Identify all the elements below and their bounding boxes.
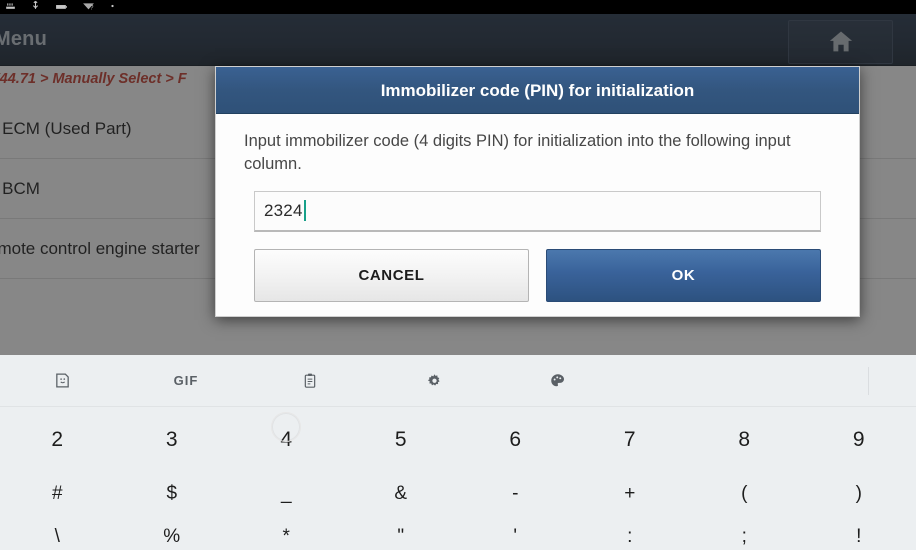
keyboard-row-symbols-2: \ % * " ' : ; ! bbox=[0, 521, 916, 550]
key-underscore[interactable]: _ bbox=[229, 483, 344, 505]
pin-dialog: Immobilizer code (PIN) for initializatio… bbox=[215, 66, 860, 317]
dialog-actions: CANCEL OK bbox=[244, 232, 831, 316]
key-exclamation[interactable]: ! bbox=[802, 526, 916, 548]
dot-icon bbox=[108, 0, 117, 11]
key-2[interactable]: 2 bbox=[0, 428, 115, 452]
keyboard-row-numbers: 2 3 4 5 6 7 8 9 bbox=[0, 412, 916, 467]
clipboard-icon[interactable] bbox=[248, 355, 372, 407]
dialog-title: Immobilizer code (PIN) for initializatio… bbox=[216, 67, 859, 114]
screen: ? Menu V44.71 > Manually Select > F e EC… bbox=[0, 0, 916, 550]
status-icon-group: ? bbox=[4, 0, 117, 14]
key-hash[interactable]: # bbox=[0, 483, 115, 505]
wifi-unknown-icon: ? bbox=[81, 0, 96, 11]
key-percent[interactable]: % bbox=[115, 526, 230, 548]
key-3[interactable]: 3 bbox=[115, 428, 230, 452]
key-dollar[interactable]: $ bbox=[115, 483, 230, 505]
key-6[interactable]: 6 bbox=[458, 428, 573, 452]
text-cursor bbox=[303, 200, 306, 222]
key-asterisk[interactable]: * bbox=[229, 526, 344, 548]
palette-icon[interactable] bbox=[496, 355, 620, 407]
key-hyphen[interactable]: - bbox=[458, 483, 573, 505]
gear-icon[interactable] bbox=[372, 355, 496, 407]
pin-input-value: 2324 bbox=[264, 200, 303, 220]
key-colon[interactable]: : bbox=[573, 526, 688, 548]
key-semicolon[interactable]: ; bbox=[687, 526, 802, 548]
status-bar: ? bbox=[0, 0, 916, 14]
key-plus[interactable]: + bbox=[573, 483, 688, 505]
key-paren-close[interactable]: ) bbox=[802, 483, 916, 505]
key-7[interactable]: 7 bbox=[573, 428, 688, 452]
key-backslash[interactable]: \ bbox=[0, 526, 115, 548]
usb-icon bbox=[29, 0, 42, 11]
keyboard-row-symbols: # $ _ & - + ( ) bbox=[0, 467, 916, 521]
on-screen-keyboard: GIF 2 3 4 5 6 7 8 9 # $ _ & - + () \ % … bbox=[0, 355, 916, 550]
svg-text:?: ? bbox=[90, 5, 94, 11]
key-8[interactable]: 8 bbox=[687, 428, 802, 452]
input-wrapper: 2324 bbox=[244, 177, 831, 232]
key-ampersand[interactable]: & bbox=[344, 483, 459, 505]
keyboard-toolbar: GIF bbox=[0, 355, 916, 407]
key-5[interactable]: 5 bbox=[344, 428, 459, 452]
battery-icon bbox=[54, 0, 69, 11]
sticker-icon[interactable] bbox=[0, 355, 124, 407]
key-9[interactable]: 9 bbox=[802, 428, 916, 452]
key-quote-single[interactable]: ' bbox=[458, 526, 573, 548]
dialog-body: Input immobilizer code (4 digits PIN) fo… bbox=[216, 114, 859, 316]
dialog-message: Input immobilizer code (4 digits PIN) fo… bbox=[244, 132, 791, 174]
pin-input[interactable]: 2324 bbox=[254, 190, 821, 232]
key-4[interactable]: 4 bbox=[229, 412, 344, 452]
touch-ripple bbox=[271, 412, 302, 442]
gif-icon[interactable]: GIF bbox=[124, 355, 248, 407]
keyboard-rows: 2 3 4 5 6 7 8 9 # $ _ & - + ( ) \ % * " … bbox=[0, 407, 916, 550]
cancel-button[interactable]: CANCEL bbox=[254, 248, 529, 302]
key-quote-double[interactable]: " bbox=[344, 526, 459, 548]
key-paren-open[interactable]: ( bbox=[687, 483, 802, 505]
sd-card-icon bbox=[4, 0, 17, 11]
toolbar-divider bbox=[868, 367, 869, 395]
ok-button[interactable]: OK bbox=[546, 248, 821, 302]
